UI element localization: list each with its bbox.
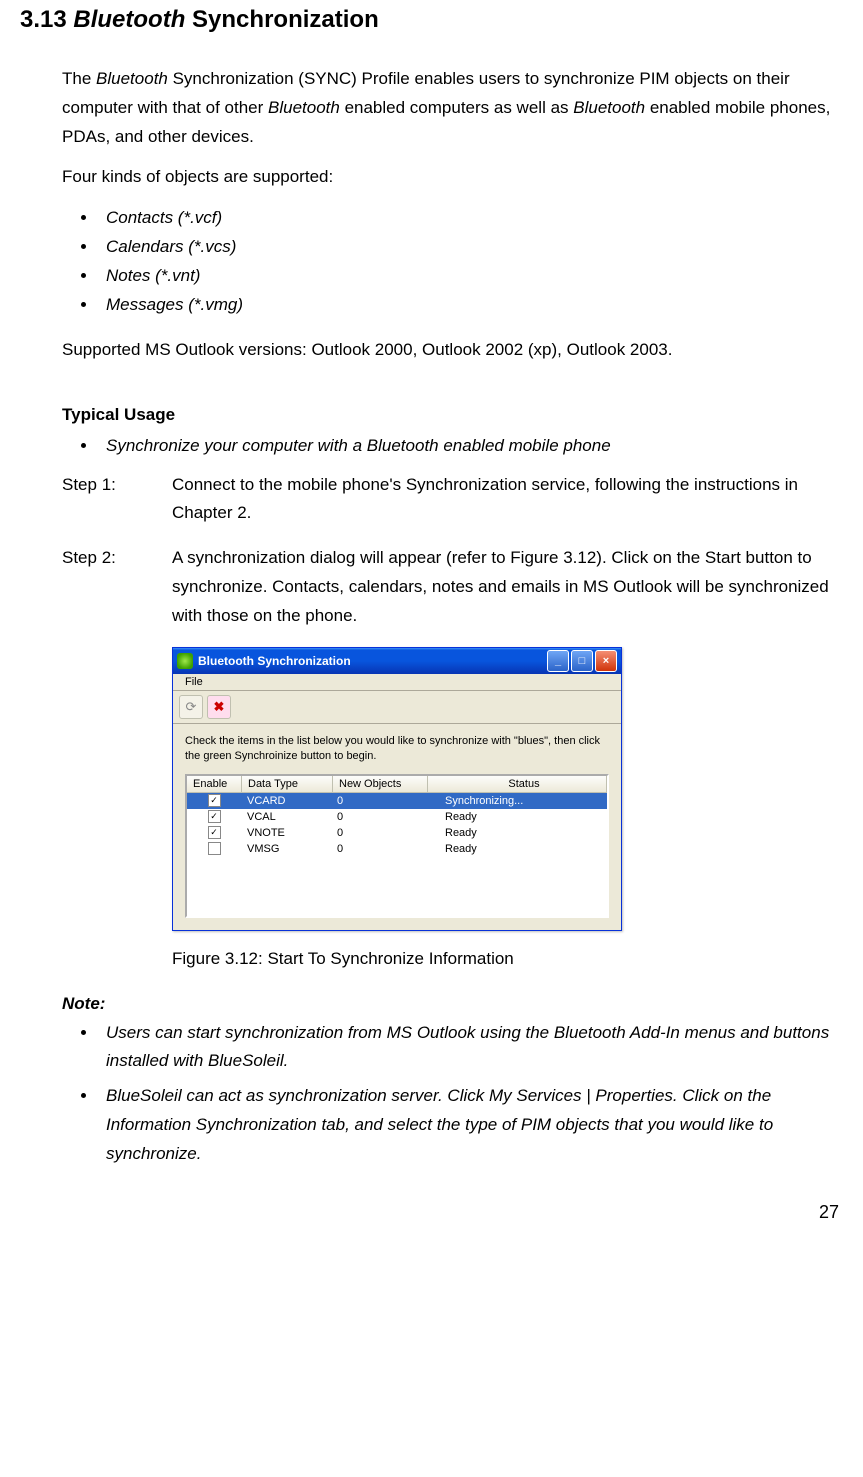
table-row[interactable]: VMSG0Ready — [187, 841, 607, 857]
step-body: Connect to the mobile phone's Synchroniz… — [172, 471, 843, 529]
table-row[interactable]: ✓ VNOTE0Ready — [187, 825, 607, 841]
section-heading: 3.13 Bluetooth Synchronization — [20, 0, 843, 41]
list-header[interactable]: Enable Data Type New Objects Status — [187, 776, 607, 793]
text: The — [62, 69, 96, 88]
typical-usage-heading: Typical Usage — [62, 401, 843, 430]
list-item: Contacts (*.vcf) — [98, 204, 843, 233]
objects-intro: Four kinds of objects are supported: — [62, 163, 843, 192]
heading-number: 3.13 — [20, 6, 67, 33]
cell-newobjects: 0 — [331, 795, 425, 807]
bluetooth-sync-window: Bluetooth Synchronization _ □ × File ⟳ ✖… — [172, 647, 622, 931]
file-menu[interactable]: File — [179, 674, 209, 690]
list-item: Notes (*.vnt) — [98, 262, 843, 291]
cell-status: Synchronizing... — [425, 795, 607, 807]
list-item: Messages (*.vmg) — [98, 291, 843, 320]
close-button[interactable]: × — [595, 650, 617, 672]
cell-newobjects: 0 — [331, 827, 425, 839]
instruction-text: Check the items in the list below you wo… — [185, 734, 609, 764]
versions-paragraph: Supported MS Outlook versions: Outlook 2… — [62, 336, 843, 365]
cell-status: Ready — [425, 811, 607, 823]
cell-newobjects: 0 — [331, 811, 425, 823]
checkbox-icon[interactable]: ✓ — [208, 794, 221, 807]
figure-dialog: Bluetooth Synchronization _ □ × File ⟳ ✖… — [172, 647, 843, 931]
usage-list: Synchronize your computer with a Bluetoo… — [62, 432, 843, 461]
text: enabled computers as well as — [340, 98, 573, 117]
step-2: Step 2: A synchronization dialog will ap… — [62, 544, 843, 631]
titlebar[interactable]: Bluetooth Synchronization _ □ × — [173, 648, 621, 674]
cell-status: Ready — [425, 827, 607, 839]
stop-button[interactable]: ✖ — [207, 695, 231, 719]
checkbox-icon[interactable]: ✓ — [208, 810, 221, 823]
minimize-button[interactable]: _ — [547, 650, 569, 672]
step-label: Step 2: — [62, 544, 172, 631]
table-row[interactable]: ✓ VCARD0Synchronizing... — [187, 793, 607, 809]
app-icon — [177, 653, 193, 669]
col-newobjects[interactable]: New Objects — [333, 776, 428, 792]
col-enable[interactable]: Enable — [187, 776, 242, 792]
text-italic: Bluetooth — [268, 98, 340, 117]
cell-status: Ready — [425, 843, 607, 855]
text-italic: Bluetooth — [96, 69, 168, 88]
heading-italic: Bluetooth — [73, 6, 185, 33]
page-number: 27 — [20, 1197, 839, 1228]
cell-datatype: VNOTE — [241, 827, 331, 839]
sync-list: Enable Data Type New Objects Status ✓ VCA… — [185, 774, 609, 918]
col-status[interactable]: Status — [428, 776, 607, 792]
toolbar: ⟳ ✖ — [173, 691, 621, 724]
cell-newobjects: 0 — [331, 843, 425, 855]
sync-button[interactable]: ⟳ — [179, 695, 203, 719]
notes-list: Users can start synchronization from MS … — [62, 1019, 843, 1169]
step-1: Step 1: Connect to the mobile phone's Sy… — [62, 471, 843, 529]
intro-paragraph: The Bluetooth Synchronization (SYNC) Pro… — [62, 65, 843, 152]
menubar: File — [173, 674, 621, 691]
list-item: BlueSoleil can act as synchronization se… — [98, 1082, 843, 1169]
col-datatype[interactable]: Data Type — [242, 776, 333, 792]
checkbox-icon[interactable] — [208, 842, 221, 855]
list-item: Calendars (*.vcs) — [98, 233, 843, 262]
list-item: Users can start synchronization from MS … — [98, 1019, 843, 1077]
objects-list: Contacts (*.vcf) Calendars (*.vcs) Notes… — [62, 204, 843, 320]
cell-datatype: VMSG — [241, 843, 331, 855]
heading-rest: Synchronization — [185, 6, 378, 33]
checkbox-icon[interactable]: ✓ — [208, 826, 221, 839]
figure-caption: Figure 3.12: Start To Synchronize Inform… — [172, 945, 843, 974]
step-body: A synchronization dialog will appear (re… — [172, 544, 843, 631]
cell-datatype: VCAL — [241, 811, 331, 823]
table-row[interactable]: ✓ VCAL0Ready — [187, 809, 607, 825]
maximize-button[interactable]: □ — [571, 650, 593, 672]
window-title: Bluetooth Synchronization — [198, 654, 547, 668]
step-label: Step 1: — [62, 471, 172, 529]
list-item: Synchronize your computer with a Bluetoo… — [98, 432, 843, 461]
cell-datatype: VCARD — [241, 795, 331, 807]
note-heading: Note: — [62, 990, 843, 1019]
text-italic: Bluetooth — [573, 98, 645, 117]
